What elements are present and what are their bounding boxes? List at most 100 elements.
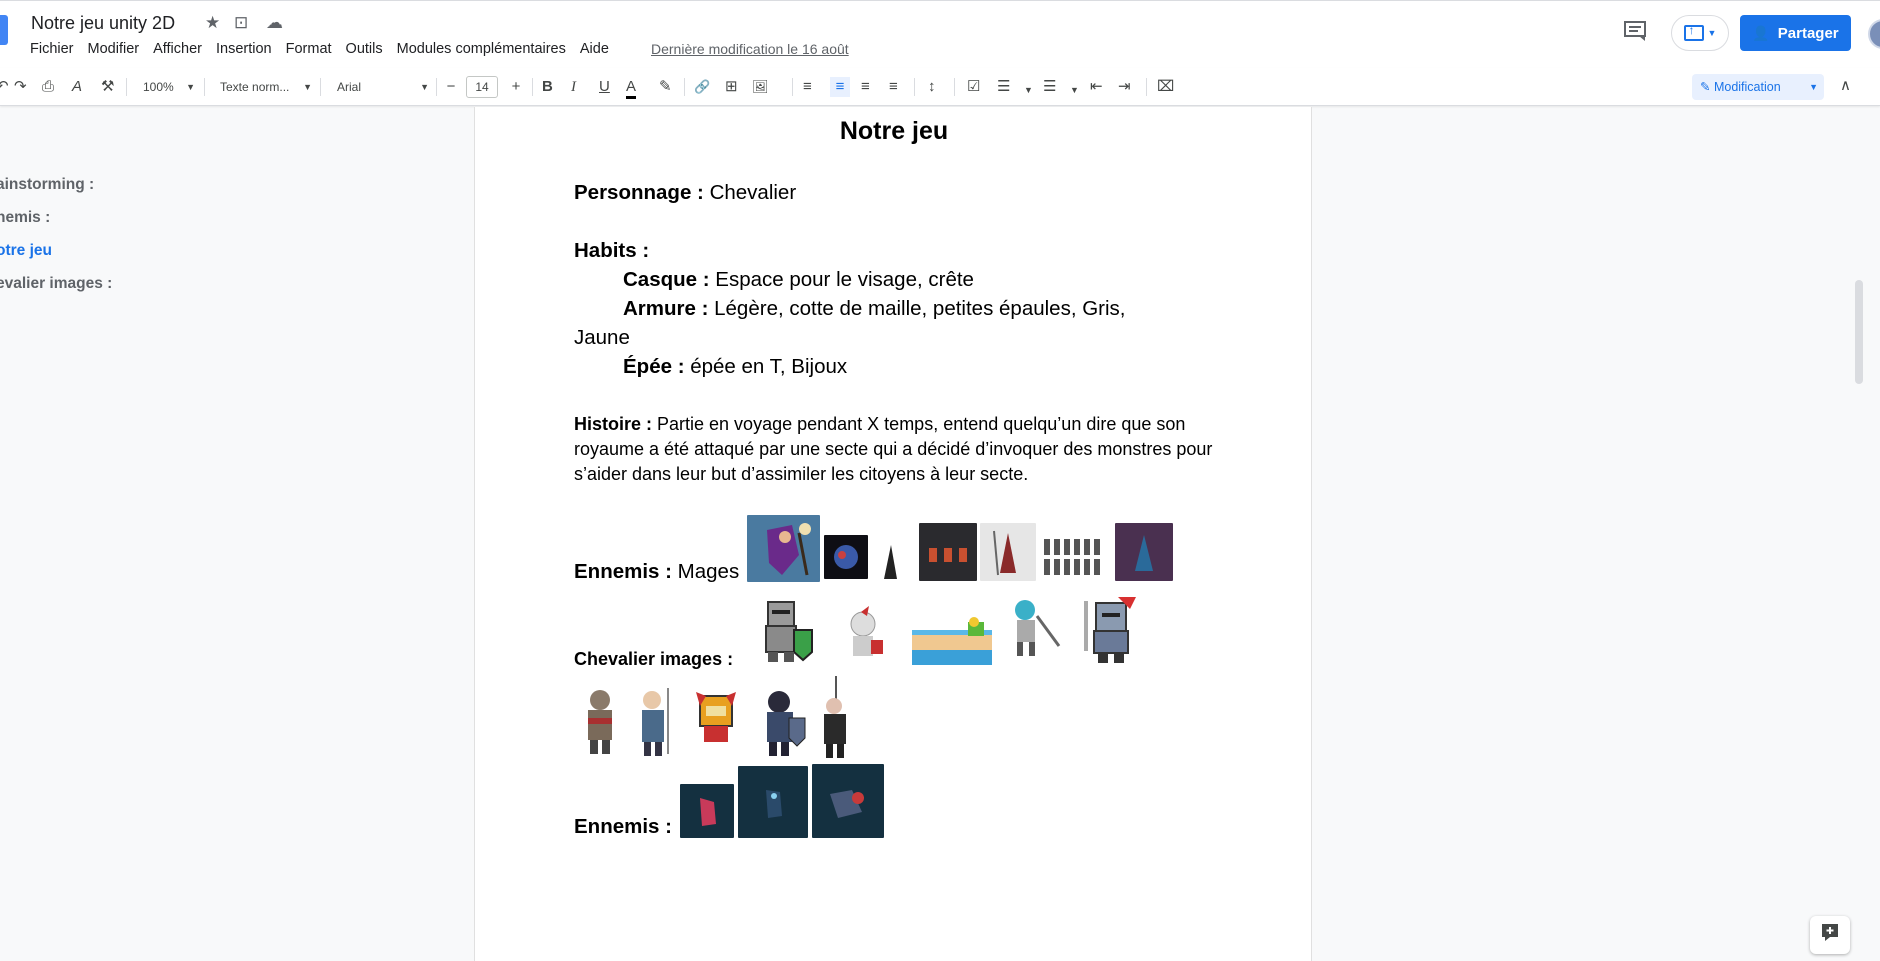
clear-formatting-icon[interactable]: ⌧	[1157, 77, 1174, 97]
zoom-select[interactable]: 100% ▼	[143, 78, 195, 96]
move-folder-icon[interactable]: ⊡	[234, 13, 248, 33]
mage-sprite-image[interactable]	[747, 515, 820, 582]
histoire-value: Partie en voyage pendant X temps, entend…	[574, 414, 1213, 484]
knight-sprite-image[interactable]	[574, 682, 626, 760]
underline-button[interactable]: U	[599, 77, 610, 97]
chevron-down-icon[interactable]: ▼	[1070, 80, 1079, 100]
chevalier-images-label: Chevalier images :	[574, 649, 734, 669]
mage-sprite-image[interactable]	[919, 523, 977, 581]
armure-value: Légère, cotte de maille, petites épaules…	[708, 297, 1126, 320]
italic-button[interactable]: I	[571, 77, 576, 97]
align-center-icon[interactable]: ≡	[830, 77, 850, 97]
personnage-label: Personnage :	[574, 181, 704, 204]
cloud-status-icon[interactable]: ☁	[266, 13, 283, 33]
armure-continuation: Jaune	[574, 326, 630, 349]
casque-value: Espace pour le visage, crête	[709, 268, 974, 291]
mage-sprite-image[interactable]	[980, 523, 1036, 581]
checklist-icon[interactable]: ☑	[967, 77, 980, 97]
bold-button[interactable]: B	[542, 77, 553, 97]
knight-sprite-image[interactable]	[750, 596, 820, 666]
histoire-paragraph: Histoire : Partie en voyage pendant X te…	[574, 412, 1214, 487]
decrease-indent-icon[interactable]: ⇤	[1090, 77, 1103, 97]
menu-fichier[interactable]: Fichier	[30, 41, 74, 57]
chevron-down-icon: ▼	[1707, 28, 1717, 38]
personnage-value: Chevalier	[703, 181, 797, 204]
present-button[interactable]: ▼	[1671, 15, 1729, 51]
knight-sprite-image[interactable]	[997, 596, 1070, 666]
add-comment-icon[interactable]: ⊞	[725, 77, 738, 97]
share-button[interactable]: 👤 Partager	[1740, 15, 1851, 51]
document-title[interactable]: Notre jeu unity 2D	[31, 13, 175, 34]
last-edit-link[interactable]: Dernière modification le 16 août	[651, 41, 849, 57]
comment-history-icon[interactable]	[1624, 21, 1648, 43]
menu-afficher[interactable]: Afficher	[153, 41, 202, 57]
outline-item-ennemis[interactable]: nemis :	[0, 209, 50, 227]
knight-sprite-image[interactable]	[628, 684, 680, 760]
epee-label: Épée :	[623, 355, 685, 378]
mage-sprite-image[interactable]	[1115, 523, 1173, 581]
knight-sprite-image[interactable]	[812, 676, 858, 760]
toolbar-divider	[954, 78, 955, 96]
docs-logo-icon[interactable]	[0, 15, 8, 45]
style-select[interactable]: Texte norm... ▼	[220, 78, 312, 96]
text-color-button[interactable]: A	[626, 77, 637, 99]
enemy-sprite-image[interactable]	[812, 764, 884, 838]
enemy-sprite-image[interactable]	[738, 766, 808, 838]
knight-sprite-image[interactable]	[912, 600, 992, 665]
increase-font-size-button[interactable]: +	[508, 77, 524, 97]
decrease-font-size-button[interactable]: −	[443, 77, 459, 97]
align-justify-icon[interactable]: ≡	[889, 77, 898, 97]
outline-item-notre-jeu[interactable]: otre jeu	[0, 242, 52, 260]
avatar[interactable]	[1868, 19, 1880, 49]
link-icon[interactable]: 🔗	[694, 77, 710, 97]
menu-modifier[interactable]: Modifier	[88, 41, 140, 57]
knight-sprite-image[interactable]	[833, 604, 895, 666]
font-value: Arial	[337, 80, 362, 94]
highlight-icon[interactable]: ✎	[659, 77, 672, 97]
bulleted-list-icon[interactable]: ☰	[997, 77, 1010, 97]
knight-sprite-image[interactable]	[751, 684, 809, 760]
toolbar-divider	[1146, 78, 1147, 96]
menu-modules[interactable]: Modules complémentaires	[397, 41, 566, 57]
vertical-scrollbar[interactable]	[1855, 280, 1863, 384]
numbered-list-icon[interactable]: ☰	[1043, 77, 1056, 97]
increase-indent-icon[interactable]: ⇥	[1118, 77, 1131, 97]
star-icon[interactable]: ★	[205, 13, 220, 33]
undo-icon[interactable]: ↶	[0, 77, 9, 97]
document-page[interactable]: Notre jeu Personnage : Chevalier Habits …	[474, 107, 1312, 961]
knight-sprite-image[interactable]	[686, 682, 746, 752]
menu-bar: Fichier Modifier Afficher Insertion Form…	[30, 41, 623, 57]
spellcheck-icon[interactable]: A	[72, 77, 82, 97]
armure-label: Armure :	[623, 297, 709, 320]
toolbar-divider	[914, 78, 915, 96]
paint-format-icon[interactable]: ⚒	[101, 77, 114, 97]
share-label: Partager	[1777, 24, 1839, 42]
ennemis-value: Mages	[671, 560, 740, 583]
print-icon[interactable]: ⎙	[42, 77, 54, 97]
font-select[interactable]: Arial ▼	[337, 78, 429, 96]
mage-sprite-image[interactable]	[824, 535, 868, 579]
chevron-down-icon[interactable]: ▼	[1024, 80, 1033, 100]
line-spacing-icon[interactable]: ↕	[928, 77, 936, 97]
outline-item-chevalier-images[interactable]: evalier images :	[0, 275, 112, 293]
menu-insertion[interactable]: Insertion	[216, 41, 272, 57]
outline-item-brainstorming[interactable]: ainstorming :	[0, 176, 94, 194]
chevron-down-icon: ▼	[420, 82, 429, 92]
align-right-icon[interactable]: ≡	[861, 77, 870, 97]
menu-aide[interactable]: Aide	[580, 41, 609, 57]
mage-sprite-image[interactable]	[1040, 535, 1106, 579]
menu-outils[interactable]: Outils	[346, 41, 383, 57]
font-size-input[interactable]: 14	[466, 76, 498, 98]
menu-format[interactable]: Format	[286, 41, 332, 57]
insert-image-icon[interactable]: 🖼	[752, 77, 769, 97]
mage-sprite-image[interactable]	[880, 543, 902, 581]
editing-mode-select[interactable]: ✎ Modification ▼	[1692, 74, 1824, 100]
align-left-icon[interactable]: ≡	[803, 77, 812, 97]
redo-icon[interactable]: ↷	[14, 77, 27, 97]
explore-button[interactable]	[1810, 916, 1850, 954]
enemy-sprite-image[interactable]	[680, 784, 734, 838]
personnage-line: Personnage : Chevalier	[574, 181, 796, 205]
habits-label: Habits :	[574, 239, 650, 262]
knight-sprite-image[interactable]	[1078, 593, 1145, 665]
collapse-toolbar-icon[interactable]: ∧	[1840, 76, 1851, 94]
